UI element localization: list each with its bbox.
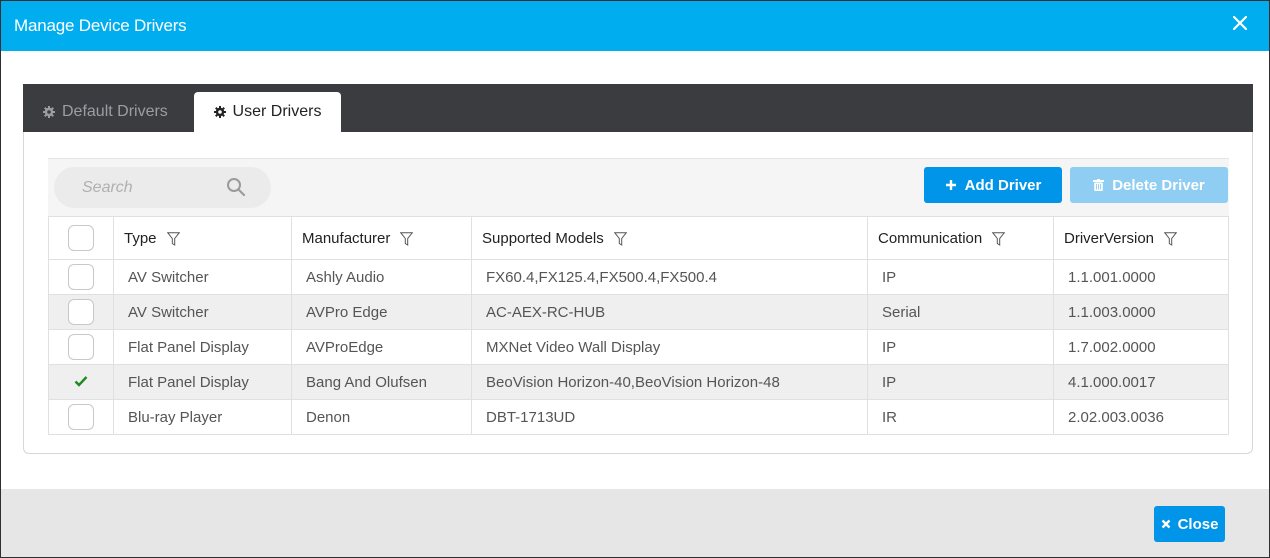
- col-communication-label: Communication: [878, 229, 983, 247]
- row-checkbox[interactable]: [68, 404, 94, 430]
- col-driver-version[interactable]: DriverVersion: [1053, 216, 1229, 260]
- row-select-cell: [48, 399, 114, 435]
- cell-communication: IP: [867, 364, 1054, 400]
- tab-strip: Default Drivers User Drivers: [23, 84, 1253, 132]
- close-icon[interactable]: [1231, 14, 1249, 32]
- plus-icon: [945, 180, 956, 190]
- row-select-cell: [48, 329, 114, 365]
- close-button[interactable]: Close: [1154, 506, 1225, 542]
- search-input[interactable]: [54, 167, 224, 208]
- dialog-footer: Close: [1, 489, 1269, 557]
- cell-version: 1.7.002.0000: [1053, 329, 1229, 365]
- filter-icon[interactable]: [1164, 231, 1178, 246]
- cell-version: 4.1.000.0017: [1053, 364, 1229, 400]
- cell-models: BeoVision Horizon-40,BeoVision Horizon-4…: [471, 364, 868, 400]
- checkmark-icon[interactable]: [74, 375, 88, 387]
- cell-type: AV Switcher: [113, 294, 292, 330]
- cell-version: 2.02.003.0036: [1053, 399, 1229, 435]
- filter-icon[interactable]: [613, 231, 627, 246]
- cell-models: DBT-1713UD: [471, 399, 868, 435]
- col-supported-models[interactable]: Supported Models: [471, 216, 868, 260]
- tab-default-drivers[interactable]: Default Drivers: [43, 92, 168, 132]
- dialog-title: Manage Device Drivers: [14, 16, 187, 35]
- cell-manufacturer: AVPro Edge: [291, 294, 472, 330]
- select-all-cell: [48, 216, 114, 260]
- filter-icon[interactable]: [992, 231, 1006, 246]
- add-driver-button[interactable]: Add Driver: [924, 167, 1062, 203]
- table-row[interactable]: AV Switcher AVPro Edge AC-AEX-RC-HUB Ser…: [48, 294, 1229, 330]
- add-driver-label: Add Driver: [964, 176, 1042, 194]
- cell-communication: Serial: [867, 294, 1054, 330]
- col-supported-models-label: Supported Models: [482, 229, 604, 247]
- cell-communication: IR: [867, 399, 1054, 435]
- close-icon: [1161, 519, 1170, 529]
- col-manufacturer-label: Manufacturer: [302, 229, 391, 247]
- close-button-label: Close: [1177, 515, 1219, 533]
- cell-type: AV Switcher: [113, 259, 292, 295]
- cell-type: Flat Panel Display: [113, 364, 292, 400]
- col-type-label: Type: [124, 229, 157, 247]
- filter-icon[interactable]: [166, 231, 180, 246]
- tab-default-drivers-label: Default Drivers: [62, 103, 168, 120]
- filter-icon[interactable]: [400, 231, 414, 246]
- col-type[interactable]: Type: [113, 216, 292, 260]
- cell-version: 1.1.003.0000: [1053, 294, 1229, 330]
- search-box: [54, 167, 271, 208]
- cell-type: Blu-ray Player: [113, 399, 292, 435]
- cell-manufacturer: Bang And Olufsen: [291, 364, 472, 400]
- trash-icon: [1093, 179, 1105, 191]
- row-select-cell: [48, 364, 114, 400]
- cell-version: 1.1.001.0000: [1053, 259, 1229, 295]
- row-select-cell: [48, 294, 114, 330]
- cell-type: Flat Panel Display: [113, 329, 292, 365]
- cell-manufacturer: AVProEdge: [291, 329, 472, 365]
- gear-icon: [43, 106, 55, 118]
- cell-models: FX60.4,FX125.4,FX500.4,FX500.4: [471, 259, 868, 295]
- table-row[interactable]: Flat Panel Display Bang And Olufsen BeoV…: [48, 364, 1229, 400]
- gear-icon: [213, 106, 226, 118]
- drivers-table: Type Manufacturer Supported Models Commu…: [48, 216, 1229, 435]
- table-header-row: Type Manufacturer Supported Models Commu…: [48, 216, 1229, 260]
- row-checkbox[interactable]: [68, 264, 94, 290]
- table-row[interactable]: AV Switcher Ashly Audio FX60.4,FX125.4,F…: [48, 259, 1229, 295]
- row-checkbox[interactable]: [68, 299, 94, 325]
- delete-driver-button[interactable]: Delete Driver: [1070, 167, 1228, 203]
- cell-manufacturer: Ashly Audio: [291, 259, 472, 295]
- col-driver-version-label: DriverVersion: [1064, 229, 1155, 247]
- row-select-cell: [48, 259, 114, 295]
- cell-communication: IP: [867, 329, 1054, 365]
- cell-models: AC-AEX-RC-HUB: [471, 294, 868, 330]
- col-communication[interactable]: Communication: [867, 216, 1054, 260]
- table-row[interactable]: Blu-ray Player Denon DBT-1713UD IR 2.02.…: [48, 399, 1229, 435]
- delete-driver-label: Delete Driver: [1112, 176, 1205, 194]
- table-row[interactable]: Flat Panel Display AVProEdge MXNet Video…: [48, 329, 1229, 365]
- manage-drivers-dialog: Manage Device Drivers Default Drivers Us…: [0, 0, 1270, 558]
- dialog-titlebar: Manage Device Drivers: [1, 1, 1269, 51]
- user-drivers-panel: Add Driver Delete Driver Type Manufactur…: [23, 132, 1253, 454]
- cell-models: MXNet Video Wall Display: [471, 329, 868, 365]
- col-manufacturer[interactable]: Manufacturer: [291, 216, 472, 260]
- select-all-checkbox[interactable]: [68, 225, 94, 251]
- cell-communication: IP: [867, 259, 1054, 295]
- tab-user-drivers-label: User Drivers: [232, 103, 322, 120]
- row-checkbox[interactable]: [68, 334, 94, 360]
- table-toolbar: Add Driver Delete Driver: [48, 158, 1229, 216]
- tab-user-drivers[interactable]: User Drivers: [194, 92, 341, 132]
- cell-manufacturer: Denon: [291, 399, 472, 435]
- search-icon[interactable]: [226, 177, 246, 197]
